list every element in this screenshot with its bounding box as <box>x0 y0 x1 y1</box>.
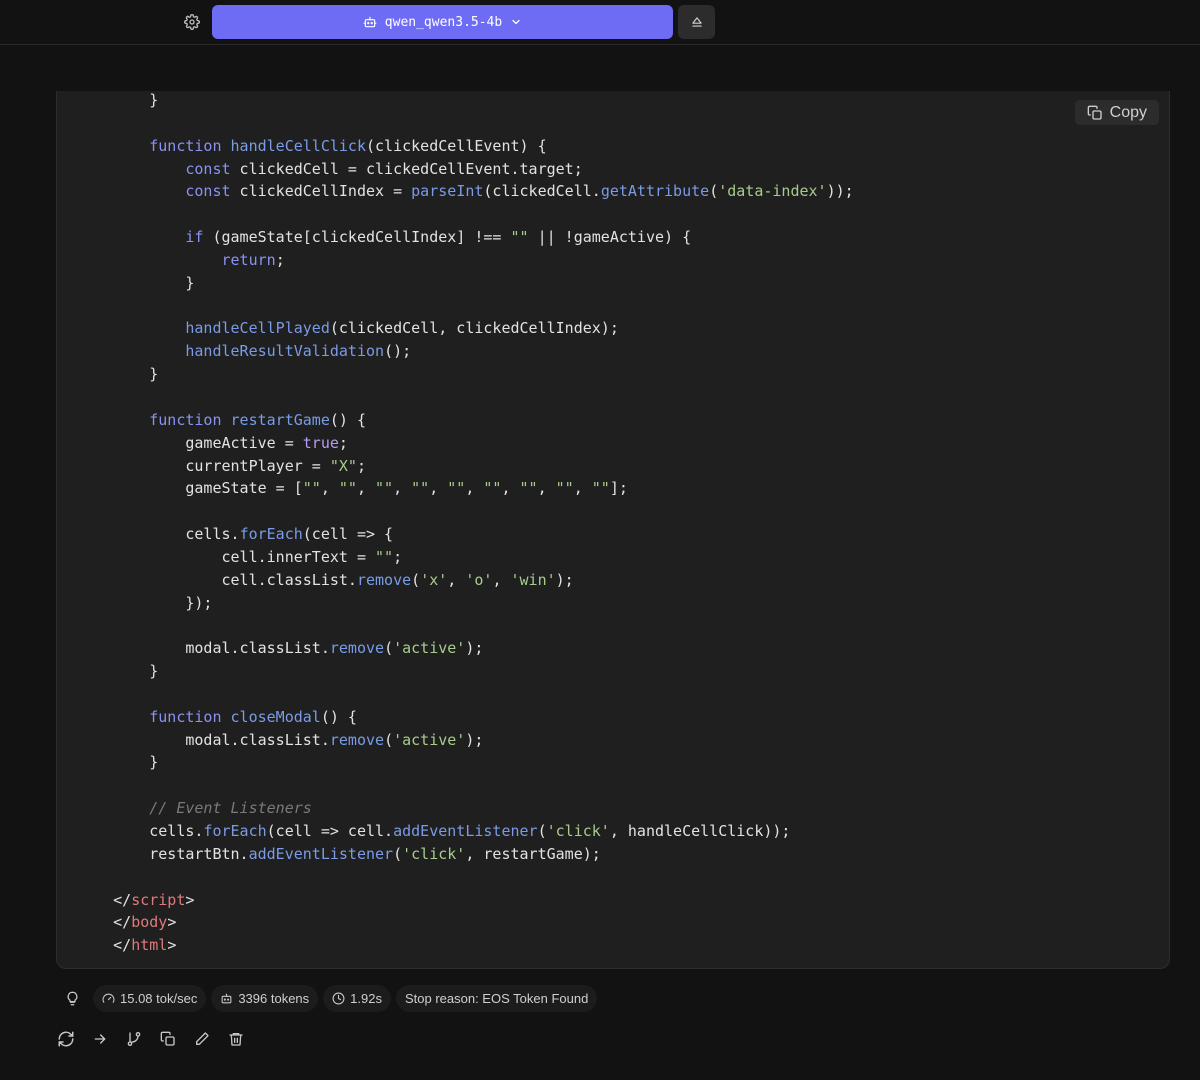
time-stat: 1.92s <box>323 985 391 1012</box>
gear-icon[interactable] <box>180 10 204 34</box>
eject-button[interactable] <box>678 5 715 39</box>
speed-stat: 15.08 tok/sec <box>93 985 207 1012</box>
clock-icon <box>332 992 345 1005</box>
stop-reason-value: Stop reason: EOS Token Found <box>404 991 589 1006</box>
generation-stats: 15.08 tok/sec 3396 tokens 1.92s Stop rea… <box>56 985 598 1012</box>
arrow-right-icon <box>92 1031 108 1047</box>
copy-label: Copy <box>1109 103 1147 121</box>
copy-icon <box>160 1031 176 1047</box>
refresh-icon <box>57 1030 75 1048</box>
edit-button[interactable] <box>192 1029 212 1049</box>
code-block: Copy } function handleCellClick(clickedC… <box>56 91 1170 969</box>
regenerate-button[interactable] <box>56 1029 76 1049</box>
code-content: } function handleCellClick(clickedCellEv… <box>113 91 854 955</box>
eject-icon <box>690 15 704 29</box>
robot-icon <box>363 15 377 29</box>
copy-code-button[interactable]: Copy <box>1074 100 1159 125</box>
tokens-stat: 3396 tokens <box>211 985 319 1012</box>
copy-icon <box>1087 105 1103 121</box>
time-value: 1.92s <box>350 991 382 1006</box>
tokens-value: 3396 tokens <box>238 991 310 1006</box>
robot-icon <box>220 992 233 1005</box>
copy-message-button[interactable] <box>158 1029 178 1049</box>
delete-button[interactable] <box>226 1029 246 1049</box>
model-selector-button[interactable]: qwen_qwen3.5-4b <box>212 5 673 39</box>
git-branch-icon <box>126 1031 142 1047</box>
branch-button[interactable] <box>124 1029 144 1049</box>
pencil-icon <box>194 1031 210 1047</box>
lightbulb-icon[interactable] <box>56 985 88 1012</box>
trash-icon <box>228 1031 244 1047</box>
model-name-label: qwen_qwen3.5-4b <box>384 14 503 30</box>
gauge-icon <box>102 992 115 1005</box>
continue-button[interactable] <box>90 1029 110 1049</box>
speed-value: 15.08 tok/sec <box>120 991 198 1006</box>
message-actions <box>56 1029 246 1049</box>
stop-reason-stat: Stop reason: EOS Token Found <box>395 985 598 1012</box>
chevron-down-icon <box>510 16 522 28</box>
top-bar: qwen_qwen3.5-4b <box>0 0 1200 45</box>
